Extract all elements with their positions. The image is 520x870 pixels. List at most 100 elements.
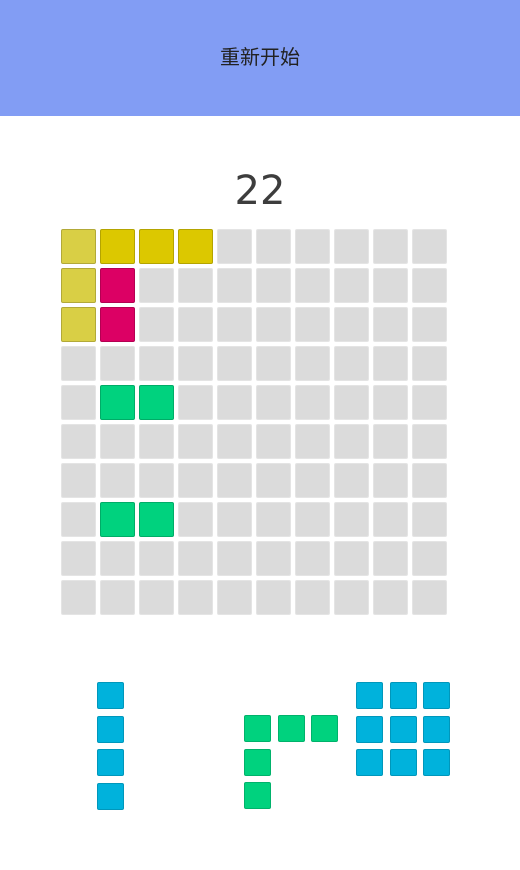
board-cell-empty[interactable] (217, 229, 252, 264)
board-cell-empty[interactable] (217, 502, 252, 537)
board-cell-empty[interactable] (217, 268, 252, 303)
board-cell-empty[interactable] (334, 346, 369, 381)
board-cell-empty[interactable] (256, 424, 291, 459)
board-cell-empty[interactable] (256, 268, 291, 303)
board-cell-empty[interactable] (256, 580, 291, 615)
board-cell-empty[interactable] (139, 580, 174, 615)
board-cell-empty[interactable] (61, 541, 96, 576)
board-cell-empty[interactable] (139, 541, 174, 576)
board-cell-empty[interactable] (412, 307, 447, 342)
board-cell-empty[interactable] (139, 463, 174, 498)
board-cell-empty[interactable] (334, 307, 369, 342)
board-cell-empty[interactable] (373, 463, 408, 498)
board-cell-empty[interactable] (334, 385, 369, 420)
piece-square-3x3[interactable] (356, 682, 451, 777)
piece-vertical-i[interactable] (97, 682, 126, 810)
board-cell-empty[interactable] (412, 541, 447, 576)
board-cell-empty[interactable] (295, 424, 330, 459)
board-cell-empty[interactable] (217, 541, 252, 576)
board-cell-filled[interactable] (61, 229, 96, 264)
board-cell-empty[interactable] (412, 385, 447, 420)
board-cell-empty[interactable] (139, 346, 174, 381)
board-cell-empty[interactable] (412, 346, 447, 381)
board-cell-empty[interactable] (334, 229, 369, 264)
board-cell-empty[interactable] (373, 307, 408, 342)
board-cell-empty[interactable] (217, 346, 252, 381)
board-cell-empty[interactable] (178, 424, 213, 459)
board-cell-filled[interactable] (100, 307, 135, 342)
board-cell-empty[interactable] (61, 502, 96, 537)
board-cell-empty[interactable] (256, 502, 291, 537)
board-cell-empty[interactable] (295, 307, 330, 342)
board-cell-empty[interactable] (178, 502, 213, 537)
board-cell-empty[interactable] (178, 580, 213, 615)
board-cell-filled[interactable] (139, 385, 174, 420)
piece-corner-l[interactable] (244, 715, 339, 810)
board-cell-empty[interactable] (61, 385, 96, 420)
board-cell-empty[interactable] (334, 541, 369, 576)
board-cell-empty[interactable] (178, 541, 213, 576)
board-cell-empty[interactable] (295, 268, 330, 303)
board-cell-filled[interactable] (100, 268, 135, 303)
board-cell-empty[interactable] (334, 502, 369, 537)
board-cell-filled[interactable] (139, 502, 174, 537)
board-cell-empty[interactable] (217, 385, 252, 420)
board-cell-empty[interactable] (373, 268, 408, 303)
board-cell-empty[interactable] (256, 229, 291, 264)
board-cell-empty[interactable] (139, 424, 174, 459)
board-cell-empty[interactable] (256, 385, 291, 420)
board-cell-empty[interactable] (334, 580, 369, 615)
board-cell-filled[interactable] (139, 229, 174, 264)
board-cell-empty[interactable] (178, 307, 213, 342)
board-cell-empty[interactable] (412, 580, 447, 615)
board-cell-empty[interactable] (295, 541, 330, 576)
board-cell-empty[interactable] (334, 268, 369, 303)
board-cell-empty[interactable] (373, 346, 408, 381)
board-cell-empty[interactable] (295, 229, 330, 264)
board-cell-empty[interactable] (61, 346, 96, 381)
board-cell-empty[interactable] (334, 424, 369, 459)
board-cell-filled[interactable] (100, 385, 135, 420)
board-cell-empty[interactable] (217, 580, 252, 615)
board-cell-empty[interactable] (295, 463, 330, 498)
board-cell-empty[interactable] (178, 268, 213, 303)
board-cell-empty[interactable] (373, 229, 408, 264)
board-cell-empty[interactable] (256, 541, 291, 576)
game-board[interactable] (61, 229, 451, 617)
board-cell-empty[interactable] (256, 463, 291, 498)
board-cell-empty[interactable] (139, 268, 174, 303)
board-cell-empty[interactable] (295, 346, 330, 381)
board-cell-empty[interactable] (295, 502, 330, 537)
board-cell-empty[interactable] (178, 385, 213, 420)
board-cell-empty[interactable] (412, 502, 447, 537)
board-cell-empty[interactable] (373, 580, 408, 615)
board-cell-empty[interactable] (412, 463, 447, 498)
board-cell-empty[interactable] (373, 424, 408, 459)
board-cell-empty[interactable] (256, 346, 291, 381)
board-cell-empty[interactable] (61, 580, 96, 615)
board-cell-empty[interactable] (295, 580, 330, 615)
board-cell-empty[interactable] (412, 229, 447, 264)
board-cell-empty[interactable] (178, 463, 213, 498)
board-cell-empty[interactable] (412, 268, 447, 303)
board-cell-empty[interactable] (373, 541, 408, 576)
board-cell-empty[interactable] (217, 307, 252, 342)
board-cell-empty[interactable] (100, 424, 135, 459)
board-cell-empty[interactable] (139, 307, 174, 342)
board-cell-empty[interactable] (178, 346, 213, 381)
board-cell-empty[interactable] (373, 385, 408, 420)
board-cell-empty[interactable] (61, 424, 96, 459)
board-cell-filled[interactable] (61, 307, 96, 342)
board-cell-filled[interactable] (178, 229, 213, 264)
board-cell-empty[interactable] (100, 346, 135, 381)
restart-button[interactable]: 重新开始 (190, 36, 330, 74)
board-cell-empty[interactable] (100, 463, 135, 498)
board-cell-empty[interactable] (334, 463, 369, 498)
board-cell-empty[interactable] (217, 424, 252, 459)
board-cell-empty[interactable] (256, 307, 291, 342)
board-cell-filled[interactable] (100, 502, 135, 537)
board-cell-filled[interactable] (61, 268, 96, 303)
board-cell-empty[interactable] (61, 463, 96, 498)
board-cell-empty[interactable] (217, 463, 252, 498)
board-cell-empty[interactable] (100, 541, 135, 576)
